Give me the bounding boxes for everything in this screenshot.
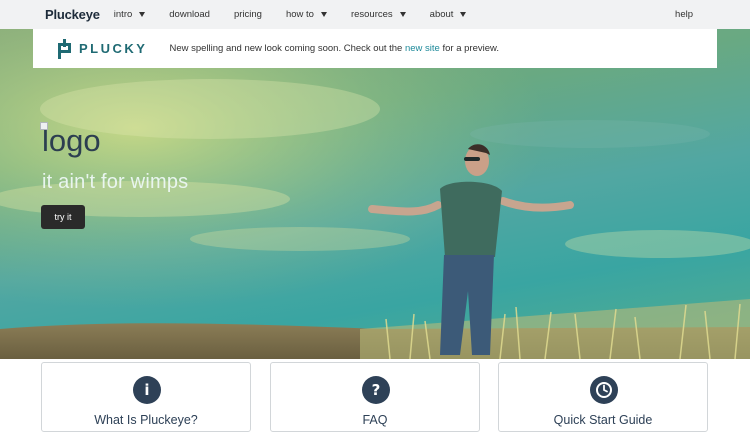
chevron-down-icon: [139, 12, 146, 17]
plucky-logo[interactable]: PLUCKY: [58, 38, 148, 59]
hero-section: PLUCKY New spelling and new look coming …: [0, 29, 750, 359]
nav-about-label: about: [429, 9, 454, 20]
nav-resources-label: resources: [350, 9, 393, 20]
brand-logo[interactable]: Pluckeye: [45, 7, 100, 22]
nav-pricing-label: pricing: [233, 9, 262, 20]
plucky-mark-icon: [58, 38, 71, 59]
hero-logo-alt-text: logo: [42, 123, 101, 158]
nav-about[interactable]: about: [430, 9, 467, 20]
chevron-down-icon: [460, 12, 467, 17]
chevron-down-icon: [399, 12, 406, 17]
hero-logo-image: logo: [40, 122, 101, 158]
nav-how-to[interactable]: how to: [286, 9, 327, 20]
top-navbar: Pluckeye intro download pricing how to r…: [0, 0, 750, 29]
nav-resources[interactable]: resources: [351, 9, 406, 20]
card-title: FAQ: [362, 413, 388, 427]
info-icon: i: [133, 376, 161, 404]
card-title: What Is Pluckeye?: [94, 413, 198, 427]
nav-how-to-label: how to: [285, 9, 314, 20]
nav-download[interactable]: download: [169, 9, 210, 20]
question-icon: ?: [362, 376, 390, 404]
plucky-wordmark: PLUCKY: [79, 41, 148, 56]
hero-background-image: [0, 29, 750, 359]
nav-intro[interactable]: intro: [113, 9, 146, 20]
hero-tagline: it ain't for wimps: [42, 171, 189, 193]
broken-image-icon: [40, 122, 48, 130]
try-it-button[interactable]: try it: [41, 205, 85, 229]
announcement-text-after: for a preview.: [439, 43, 499, 54]
nav-help[interactable]: help: [675, 0, 693, 29]
announcement-bar: PLUCKY New spelling and new look coming …: [33, 29, 717, 68]
nav-download-label: download: [169, 9, 210, 20]
announcement-text-before: New spelling and new look coming soon. C…: [169, 43, 405, 54]
nav-pricing[interactable]: pricing: [234, 9, 262, 20]
chevron-down-icon: [320, 12, 327, 17]
clock-glyph: [596, 382, 612, 398]
new-site-link[interactable]: new site: [405, 43, 440, 54]
card-title: Quick Start Guide: [553, 413, 653, 427]
nav-intro-label: intro: [113, 9, 133, 20]
announcement-text: New spelling and new look coming soon. C…: [169, 43, 499, 54]
clock-icon: [590, 376, 618, 404]
